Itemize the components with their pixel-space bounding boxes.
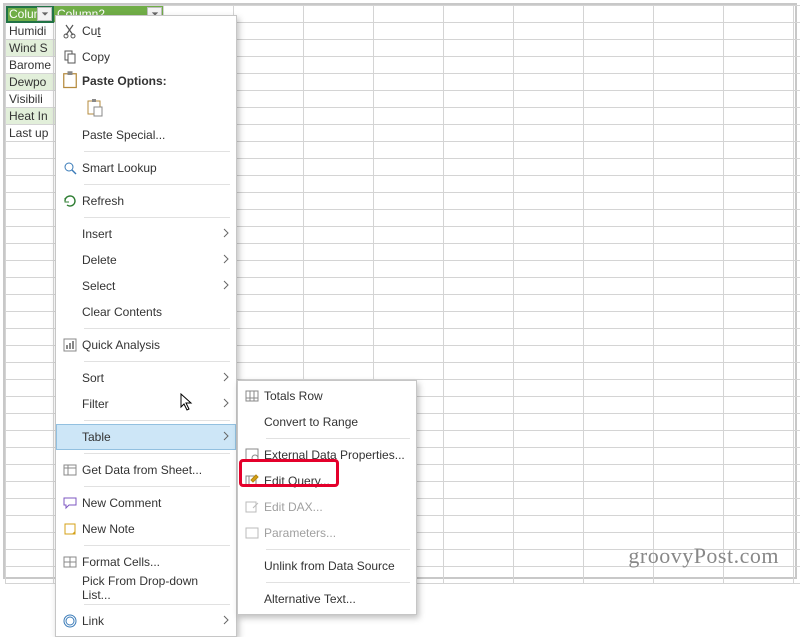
table-row[interactable]: Dewpo bbox=[6, 74, 54, 91]
menu-filter[interactable]: Filter bbox=[56, 391, 236, 417]
menu-label: Smart Lookup bbox=[80, 161, 230, 175]
submenu-edit-dax: Edit DAX... bbox=[238, 494, 416, 520]
edit-query-icon bbox=[242, 473, 262, 489]
menu-label: Insert bbox=[80, 227, 218, 241]
submenu-parameters: Parameters... bbox=[238, 520, 416, 546]
edit-dax-icon bbox=[242, 499, 262, 515]
menu-label: Convert to Range bbox=[262, 415, 410, 429]
link-icon bbox=[60, 613, 80, 629]
menu-new-note[interactable]: New Note bbox=[56, 516, 236, 542]
chevron-right-icon bbox=[218, 227, 230, 241]
chevron-right-icon bbox=[218, 279, 230, 293]
menu-sort[interactable]: Sort bbox=[56, 365, 236, 391]
chevron-right-icon bbox=[218, 253, 230, 267]
menu-label: Quick Analysis bbox=[80, 338, 230, 352]
menu-label: Filter bbox=[80, 397, 218, 411]
submenu-edit-query[interactable]: Edit Query... bbox=[238, 468, 416, 494]
menu-label: Alternative Text... bbox=[262, 592, 410, 606]
menu-refresh[interactable]: Refresh bbox=[56, 188, 236, 214]
menu-label: Select bbox=[80, 279, 218, 293]
menu-label: Delete bbox=[80, 253, 218, 267]
menu-pick-list[interactable]: Pick From Drop-down List... bbox=[56, 575, 236, 601]
context-menu: Cut Copy Paste Options: Paste Special...… bbox=[55, 15, 237, 637]
chevron-right-icon bbox=[218, 430, 230, 444]
table-row[interactable]: Barome bbox=[6, 57, 54, 74]
menu-label: Cut bbox=[80, 24, 230, 38]
menu-label: Totals Row bbox=[262, 389, 410, 403]
menu-table[interactable]: Table bbox=[56, 424, 236, 450]
menu-get-data[interactable]: Get Data from Sheet... bbox=[56, 457, 236, 483]
properties-icon bbox=[242, 447, 262, 463]
menu-copy[interactable]: Copy bbox=[56, 44, 236, 70]
table-row[interactable]: Visibili bbox=[6, 91, 54, 108]
chevron-right-icon bbox=[218, 371, 230, 385]
comment-icon bbox=[60, 495, 80, 511]
menu-smart-lookup[interactable]: Smart Lookup bbox=[56, 155, 236, 181]
menu-quick-analysis[interactable]: Quick Analysis bbox=[56, 332, 236, 358]
filter-dropdown-icon[interactable] bbox=[37, 7, 52, 21]
menu-format-cells[interactable]: Format Cells... bbox=[56, 549, 236, 575]
menu-clear-contents[interactable]: Clear Contents bbox=[56, 299, 236, 325]
refresh-icon bbox=[60, 193, 80, 209]
menu-label: New Comment bbox=[80, 496, 230, 510]
menu-label: Unlink from Data Source bbox=[262, 559, 410, 573]
menu-label: Sort bbox=[80, 371, 218, 385]
menu-insert[interactable]: Insert bbox=[56, 221, 236, 247]
menu-new-comment[interactable]: New Comment bbox=[56, 490, 236, 516]
menu-select[interactable]: Select bbox=[56, 273, 236, 299]
menu-label: Link bbox=[80, 614, 218, 628]
menu-label: Paste Special... bbox=[80, 128, 230, 142]
menu-label: Table bbox=[80, 430, 218, 444]
menu-paste-special[interactable]: Paste Special... bbox=[56, 122, 236, 148]
paste-options-group: Paste Options: bbox=[56, 70, 236, 92]
menu-label: Edit Query... bbox=[262, 474, 410, 488]
table-row[interactable]: Wind S bbox=[6, 40, 54, 57]
menu-label: Edit DAX... bbox=[262, 500, 410, 514]
get-data-icon bbox=[60, 462, 80, 478]
submenu-unlink[interactable]: Unlink from Data Source bbox=[238, 553, 416, 579]
menu-link[interactable]: Link bbox=[56, 608, 236, 634]
menu-label: Refresh bbox=[80, 194, 230, 208]
menu-label: Clear Contents bbox=[80, 305, 230, 319]
paste-button[interactable] bbox=[82, 94, 108, 120]
table-row[interactable]: Humidi bbox=[6, 23, 54, 40]
chevron-right-icon bbox=[218, 397, 230, 411]
totals-row-icon bbox=[242, 388, 262, 404]
note-icon bbox=[60, 521, 80, 537]
menu-delete[interactable]: Delete bbox=[56, 247, 236, 273]
table-submenu: Totals Row Convert to Range External Dat… bbox=[237, 380, 417, 615]
menu-label: Paste Options: bbox=[80, 74, 167, 88]
menu-label: Parameters... bbox=[262, 526, 410, 540]
copy-icon bbox=[60, 49, 80, 65]
submenu-convert-range[interactable]: Convert to Range bbox=[238, 409, 416, 435]
submenu-totals-row[interactable]: Totals Row bbox=[238, 383, 416, 409]
menu-label: New Note bbox=[80, 522, 230, 536]
table-row[interactable]: Last up bbox=[6, 125, 54, 142]
chevron-right-icon bbox=[218, 614, 230, 628]
menu-label: External Data Properties... bbox=[262, 448, 410, 462]
cut-icon bbox=[60, 23, 80, 39]
table-header[interactable]: Column1 bbox=[6, 6, 54, 23]
format-cells-icon bbox=[60, 554, 80, 570]
quick-analysis-icon bbox=[60, 337, 80, 353]
menu-label: Copy bbox=[80, 50, 230, 64]
search-icon bbox=[60, 160, 80, 176]
table-row[interactable]: Heat In bbox=[6, 108, 54, 125]
submenu-external-data-props[interactable]: External Data Properties... bbox=[238, 442, 416, 468]
submenu-alt-text[interactable]: Alternative Text... bbox=[238, 586, 416, 612]
menu-label: Get Data from Sheet... bbox=[80, 463, 230, 477]
menu-cut[interactable]: Cut bbox=[56, 18, 236, 44]
parameters-icon bbox=[242, 525, 262, 541]
watermark: groovyPost.com bbox=[628, 543, 779, 569]
paste-icon bbox=[60, 70, 80, 93]
menu-label: Pick From Drop-down List... bbox=[80, 574, 230, 602]
menu-label: Format Cells... bbox=[80, 555, 230, 569]
